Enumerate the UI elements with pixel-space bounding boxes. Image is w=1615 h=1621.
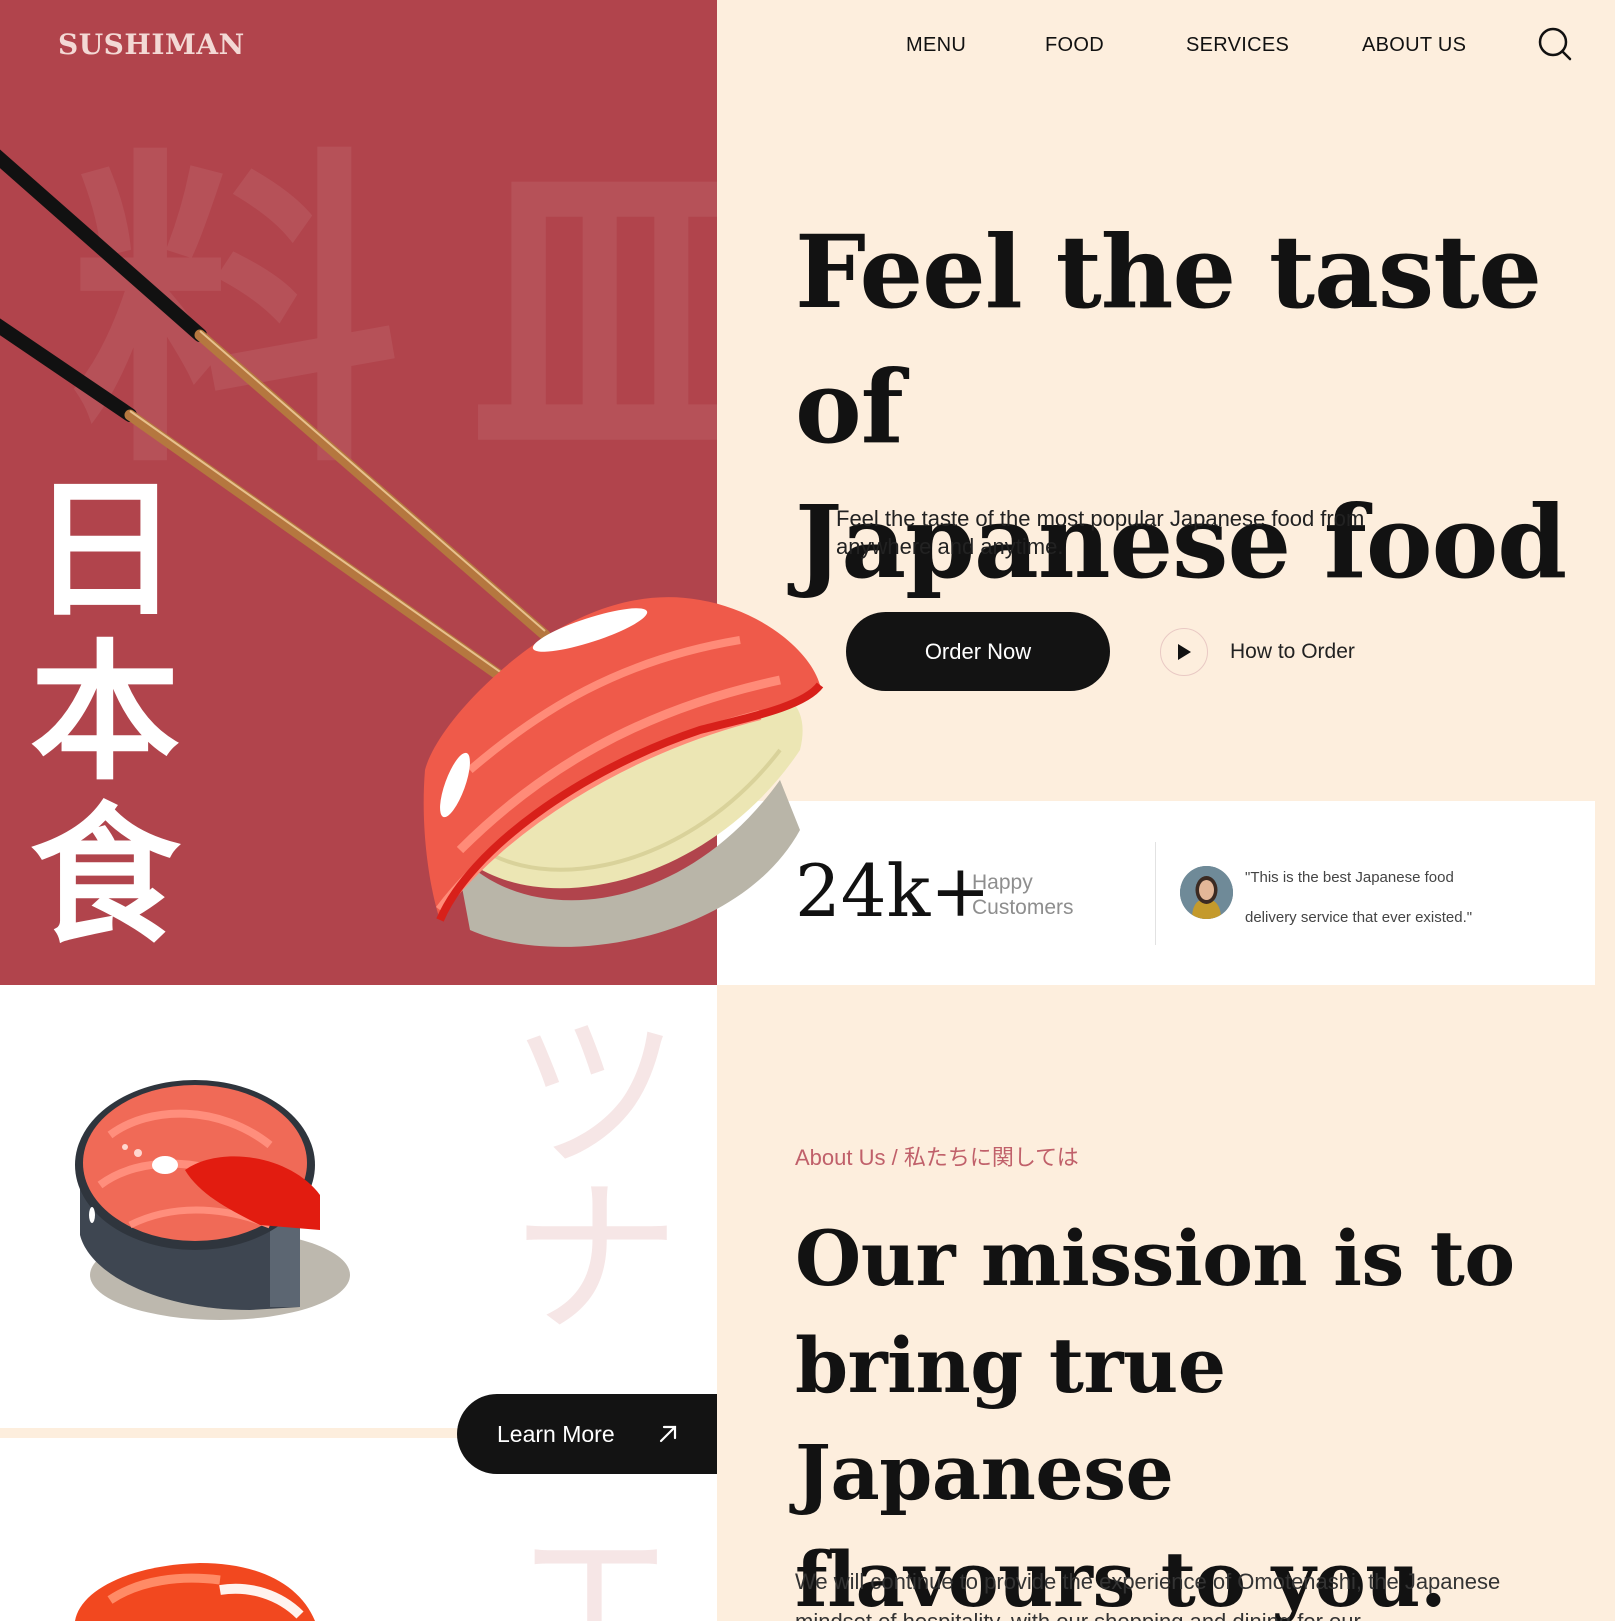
mission-title-line: Our mission is to xyxy=(795,1214,1515,1303)
nav-item-about-us[interactable]: ABOUT US xyxy=(1362,34,1466,57)
mission-title-line: bring true Japanese xyxy=(795,1321,1226,1517)
hero-title-line: Feel the taste of xyxy=(795,213,1542,466)
play-icon xyxy=(1178,644,1191,660)
play-button[interactable] xyxy=(1160,628,1208,676)
learn-more-label: Learn More xyxy=(497,1420,615,1447)
about-kicker: About Us / 私たちに関しては xyxy=(795,1145,1079,1170)
stats-divider xyxy=(1155,842,1156,945)
nav-item-services[interactable]: SERVICES xyxy=(1186,34,1289,57)
learn-more-button[interactable]: Learn More xyxy=(457,1394,717,1474)
testimonial-quote: "This is the best Japanese food delivery… xyxy=(1245,869,1473,926)
nav-item-menu[interactable]: MENU xyxy=(906,34,966,57)
brand-logo[interactable]: SUSHIMAN xyxy=(58,28,245,61)
avatar xyxy=(1180,866,1233,919)
shrimp-sushi-illustration xyxy=(75,1563,315,1621)
order-now-button[interactable]: Order Now xyxy=(846,612,1110,691)
mission-body: We will continue to provide the experien… xyxy=(795,1569,1501,1621)
customer-count-label: Happy Customers xyxy=(972,870,1074,920)
hero-subtitle: Feel the taste of the most popular Japan… xyxy=(836,506,1365,559)
katakana-tsu: ツ xyxy=(510,996,681,1194)
tuna-roll-illustration xyxy=(75,1080,350,1320)
arrow-up-right-icon xyxy=(659,1425,677,1443)
stat-label-line: Happy xyxy=(972,871,1033,894)
customer-avatar-icon xyxy=(1180,866,1233,919)
stat-label-line: Customers xyxy=(972,896,1074,919)
how-to-order-label: How to Order xyxy=(1230,640,1355,663)
katakana-e: エ xyxy=(510,1506,681,1621)
mission-title: Our mission is to bring true Japanese fl… xyxy=(795,1205,1585,1621)
search-icon[interactable] xyxy=(1535,24,1575,64)
katakana-na: ナ xyxy=(510,1161,681,1359)
how-to-order-link[interactable]: How to Order xyxy=(1160,628,1355,676)
sushi-chopsticks-illustration xyxy=(0,149,824,947)
nav-item-food[interactable]: FOOD xyxy=(1045,34,1104,57)
